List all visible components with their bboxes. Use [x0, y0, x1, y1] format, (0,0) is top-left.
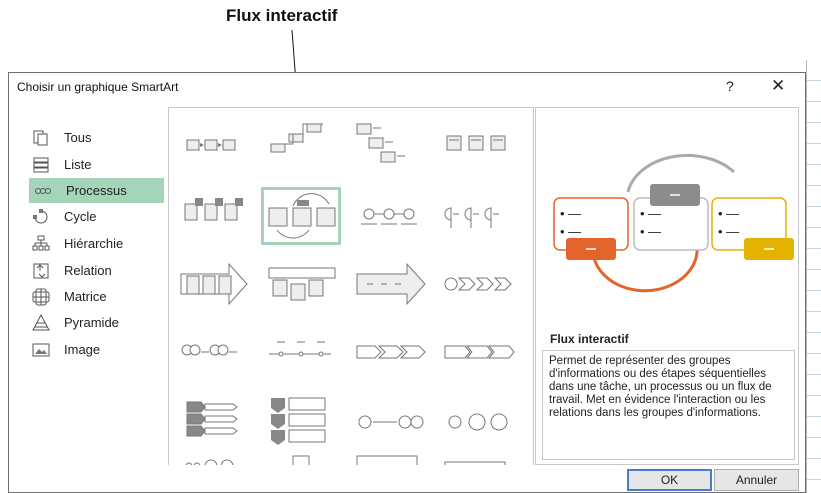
- category-item-image[interactable]: Image: [27, 337, 162, 362]
- layout-continuous-arrow-process[interactable]: [439, 118, 517, 172]
- preview-description: Permet de représenter des groupes d'info…: [542, 350, 795, 460]
- category-list: Tous Liste Processus Cycle Hiérarchie Re…: [17, 113, 167, 473]
- category-item-relation[interactable]: Relation: [27, 258, 162, 283]
- selected-layout-highlight: [261, 187, 341, 245]
- preview-pane: • — • — • — • — • — • — Flux interactif Per…: [535, 107, 799, 465]
- layout-segmented-bar[interactable]: [263, 258, 341, 312]
- svg-text:• —: • —: [718, 224, 739, 239]
- layout-circle-arrow-process[interactable]: [175, 452, 253, 465]
- svg-text:• —: • —: [640, 206, 661, 221]
- layout-opposing-arrows[interactable]: [351, 394, 429, 448]
- image-icon: [32, 343, 50, 356]
- relation-icon: [33, 263, 49, 278]
- all-icon: [33, 130, 48, 145]
- layout-step-up-process[interactable]: [263, 118, 341, 172]
- layout-circle-process[interactable]: [351, 190, 429, 244]
- hierarchy-icon: [32, 235, 50, 250]
- interactive-flow-preview: • — • — • — • — • — • —: [553, 154, 794, 293]
- layout-vertical-arrow-list[interactable]: [263, 394, 341, 448]
- svg-text:• —: • —: [718, 206, 739, 221]
- preview-title: Flux interactif: [550, 332, 629, 346]
- category-item-matrice[interactable]: Matrice: [27, 284, 162, 309]
- svg-text:• —: • —: [640, 224, 661, 239]
- ok-button[interactable]: OK: [627, 469, 712, 491]
- layout-staggered-process[interactable]: [351, 118, 429, 172]
- layout-closed-chevron-process[interactable]: [439, 190, 517, 244]
- category-label: Matrice: [64, 289, 107, 304]
- category-label: Image: [64, 342, 101, 357]
- layout-gallery: ▲ ▼: [168, 107, 534, 465]
- layout-timeline[interactable]: [263, 326, 341, 380]
- layout-tabbed-process[interactable]: [439, 452, 517, 465]
- layout-accent-process[interactable]: [175, 190, 253, 244]
- cycle-icon: [33, 208, 48, 223]
- layout-circular-bending[interactable]: [439, 394, 517, 448]
- svg-text:• —: • —: [560, 206, 581, 221]
- layout-arrow-ribbon[interactable]: [175, 258, 253, 312]
- list-icon: [33, 157, 49, 172]
- process-icon: [35, 187, 51, 194]
- category-label: Cycle: [64, 209, 97, 224]
- category-item-processus[interactable]: Processus: [29, 178, 164, 203]
- layout-process-arrows[interactable]: [351, 258, 429, 312]
- category-item-cycle[interactable]: Cycle: [27, 204, 162, 229]
- layout-upward-chevrons[interactable]: [351, 326, 429, 380]
- dialog-title: Choisir un graphique SmartArt: [17, 80, 179, 94]
- smartart-dialog: Choisir un graphique SmartArt ? ✕ Tous L…: [8, 72, 806, 493]
- layout-grouped-process[interactable]: [351, 452, 429, 465]
- background-worksheet-grid: [806, 60, 821, 493]
- layout-repeating-bending[interactable]: [175, 326, 253, 380]
- svg-text:• —: • —: [560, 224, 581, 239]
- category-label: Liste: [64, 157, 92, 172]
- layout-hanging-process[interactable]: [263, 452, 341, 465]
- category-item-hierarchie[interactable]: Hiérarchie: [27, 231, 162, 256]
- close-button[interactable]: ✕: [771, 76, 785, 96]
- category-label: Processus: [66, 183, 127, 198]
- layout-chevron-circle[interactable]: [439, 258, 517, 312]
- category-label: Tous: [64, 130, 92, 145]
- category-label: Pyramide: [64, 315, 119, 330]
- pyramid-icon: [32, 313, 50, 330]
- layout-basic-chevron[interactable]: [439, 326, 517, 380]
- category-label: Relation: [64, 263, 112, 278]
- layout-basic-process[interactable]: [175, 118, 253, 172]
- category-item-pyramide[interactable]: Pyramide: [27, 310, 162, 335]
- layout-vertical-chevron[interactable]: [175, 394, 253, 448]
- help-button[interactable]: ?: [726, 78, 734, 94]
- matrix-icon: [32, 288, 50, 305]
- title-bar: Choisir un graphique SmartArt ? ✕: [9, 73, 805, 103]
- stage: Flux interactif Choisir un graphique Sma…: [0, 0, 821, 493]
- category-item-tous[interactable]: Tous: [27, 125, 162, 150]
- cancel-button[interactable]: Annuler: [714, 469, 799, 491]
- category-item-liste[interactable]: Liste: [27, 152, 162, 177]
- category-label: Hiérarchie: [64, 236, 124, 251]
